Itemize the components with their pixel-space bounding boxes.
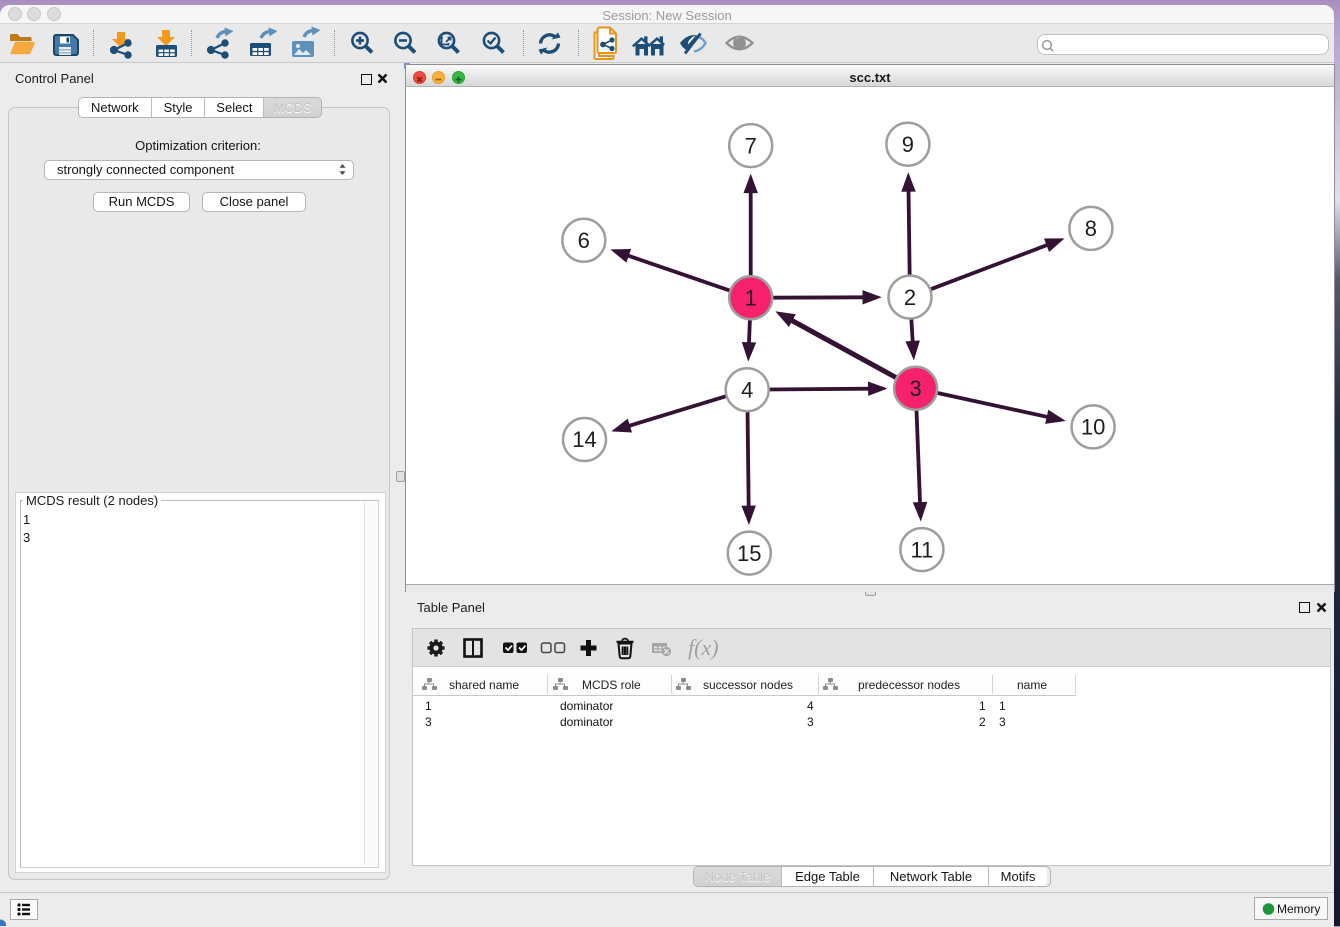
svg-text:f(x): f(x) [688, 635, 719, 660]
svg-text:3: 3 [909, 376, 921, 401]
svg-text:6: 6 [578, 228, 590, 253]
svg-text:4: 4 [741, 377, 753, 402]
svg-text:9: 9 [902, 132, 914, 157]
svg-text:14: 14 [572, 427, 596, 452]
svg-text:10: 10 [1081, 415, 1105, 440]
svg-text:15: 15 [737, 541, 761, 566]
svg-text:11: 11 [910, 537, 933, 562]
svg-text:8: 8 [1085, 216, 1097, 241]
svg-text:Memory: Memory [1277, 902, 1320, 916]
svg-text:2: 2 [904, 285, 916, 310]
svg-text:7: 7 [745, 133, 757, 158]
svg-text:1: 1 [745, 286, 757, 311]
